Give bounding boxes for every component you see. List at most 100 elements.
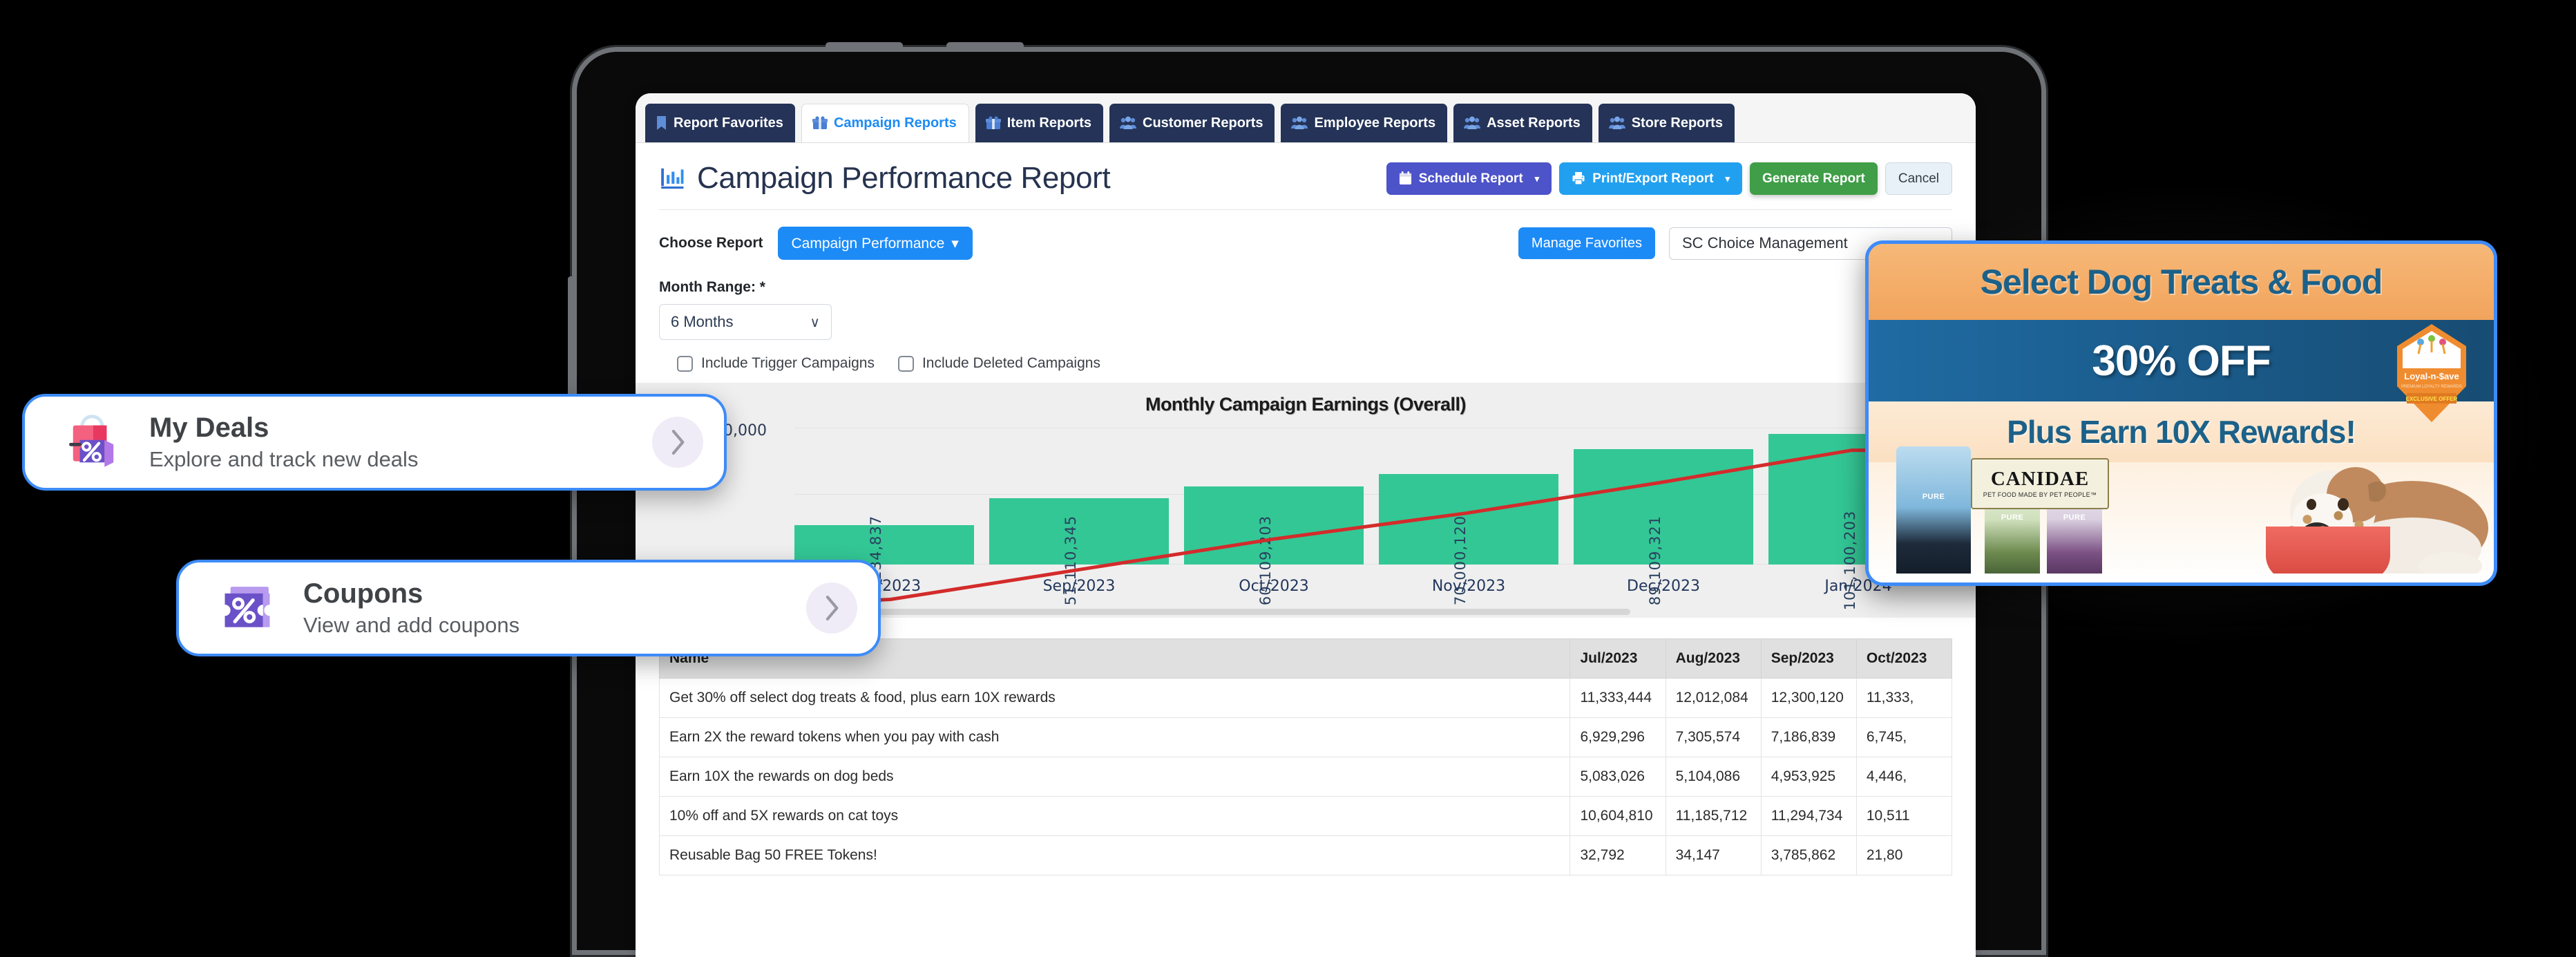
gift-icon (985, 115, 1001, 129)
product-label: PURE (2001, 513, 2024, 522)
month-range-select[interactable]: 6 Months ∨ (659, 304, 832, 340)
checkbox-label: Include Deleted Campaigns (922, 355, 1100, 371)
schedule-report-button[interactable]: Schedule Report ▾ (1386, 162, 1552, 195)
coupons-card[interactable]: Coupons View and add coupons (176, 560, 881, 656)
tab-report-favorites[interactable]: Report Favorites (645, 104, 795, 142)
chevron-down-icon: ∨ (810, 314, 820, 330)
include-deleted-campaigns-checkbox[interactable]: Include Deleted Campaigns (897, 355, 1100, 372)
month-range-label: Month Range: * (659, 279, 765, 295)
choose-report-group: Choose Report Campaign Performance ▾ (659, 227, 973, 260)
choose-report-label: Choose Report (659, 235, 763, 251)
tab-employee-reports[interactable]: Employee Reports (1281, 104, 1448, 142)
tab-label: Item Reports (1006, 115, 1091, 131)
chart-x-label: Sep/2023 (1042, 578, 1116, 595)
campaign-value-cell: 32,792 (1570, 835, 1666, 875)
print-export-report-button[interactable]: Print/Export Report ▾ (1559, 162, 1742, 195)
campaign-value-cell: 7,186,839 (1760, 717, 1857, 757)
month-range-group: Month Range: * 6 Months ∨ (636, 275, 1976, 340)
report-tab-bar: Report Favorites Campaign Reports Item R… (636, 93, 1976, 143)
column-header-jul-2023[interactable]: Jul/2023 (1570, 638, 1666, 679)
table-row[interactable]: Get 30% off select dog treats & food, pl… (658, 678, 1953, 718)
table-row[interactable]: 10% off and 5X rewards on cat toys 10,604… (658, 796, 1953, 836)
campaign-value-cell: 5,104,086 (1665, 757, 1762, 797)
campaign-value-cell: 10,511 (1855, 796, 1953, 836)
calendar-icon (1399, 171, 1411, 185)
campaign-value-cell: 4,953,925 (1760, 757, 1857, 797)
campaign-value-cell: 34,147 (1665, 835, 1762, 875)
red-dog-bowl (2266, 527, 2390, 580)
tab-label: Campaign Reports (833, 115, 957, 131)
checkbox-box[interactable] (897, 355, 914, 372)
my-deals-subtitle: Explore and track new deals (149, 447, 419, 471)
table-row[interactable]: Earn 10X the rewards on dog beds 5,083,02… (658, 757, 1953, 797)
bar-chart-icon (661, 168, 684, 189)
chart-bar-column[interactable]: 89,109,321 (1574, 422, 1753, 605)
campaign-value-cell: 10,604,810 (1570, 796, 1666, 836)
choose-report-dropdown[interactable]: Campaign Performance ▾ (777, 227, 973, 260)
svg-text:Loyal-n-$ave: Loyal-n-$ave (2404, 371, 2459, 381)
include-trigger-campaigns-checkbox[interactable]: Include Trigger Campaigns (677, 355, 875, 372)
campaign-value-cell: 11,185,712 (1665, 796, 1762, 836)
page-header-row: Campaign Performance Report Schedule Rep… (636, 143, 1976, 209)
coupons-subtitle: View and add coupons (303, 613, 520, 637)
chart-bar-column[interactable]: 60,109,203 (1184, 422, 1364, 605)
my-deals-title: My Deals (149, 413, 269, 443)
chart-plot-area: 50,000,000 30,234,83751,110,34560,109,20… (663, 422, 1948, 610)
checkbox-label: Include Trigger Campaigns (701, 355, 875, 371)
svg-text:PREMIUM LOYALTY REWARDS: PREMIUM LOYALTY REWARDS (2401, 385, 2462, 389)
my-deals-chevron-right-icon[interactable] (652, 417, 703, 468)
table-row[interactable]: Reusable Bag 50 FREE Tokens! 32,792 34,147… (658, 835, 1953, 875)
chevron-down-icon[interactable]: ▾ (1535, 174, 1540, 183)
chevron-down-icon[interactable]: ▾ (1725, 174, 1730, 183)
promo-bottom-strip (1869, 574, 2494, 582)
my-deals-card[interactable]: My Deals Explore and track new deals (22, 394, 727, 491)
chart-title: Monthly Campaign Earnings (Overall) (1145, 394, 1467, 415)
people-icon (1608, 116, 1625, 129)
coupons-chevron-right-icon[interactable] (806, 582, 857, 634)
promotional-offer-card[interactable]: Select Dog Treats & Food 30% OFF Plus Ea… (1865, 240, 2497, 586)
people-icon (1464, 116, 1481, 129)
campaign-value-cell: 12,300,120 (1760, 678, 1857, 718)
coupons-title: Coupons (303, 578, 423, 609)
campaign-value-cell: 4,446, (1855, 757, 1953, 797)
tab-item-reports[interactable]: Item Reports (975, 104, 1103, 142)
device-volume-button-down (946, 42, 1024, 52)
campaign-value-cell: 6,929,296 (1570, 717, 1666, 757)
tab-asset-reports[interactable]: Asset Reports (1453, 104, 1592, 142)
loyal-n-save-badge: Loyal-n-$ave PREMIUM LOYALTY REWARDS EXC… (2393, 321, 2470, 425)
tab-store-reports[interactable]: Store Reports (1598, 104, 1735, 142)
report-content: Campaign Performance Report Schedule Rep… (636, 143, 1976, 875)
chart-bar[interactable] (1574, 449, 1753, 565)
choose-report-row: Choose Report Campaign Performance ▾ Man… (636, 210, 1976, 275)
campaign-name-cell: Get 30% off select dog treats & food, pl… (658, 678, 1571, 718)
chart-bar[interactable] (794, 525, 974, 565)
campaign-value-cell: 21,80 (1855, 835, 1953, 875)
campaign-performance-table: Name Jul/2023 Aug/2023 Sep/2023 Oct/2023… (658, 638, 1953, 875)
manage-favorites-button[interactable]: Manage Favorites (1518, 227, 1655, 259)
svg-text:EXCLUSIVE OFFER: EXCLUSIVE OFFER (2406, 396, 2458, 402)
chart-bar[interactable] (1379, 473, 1558, 565)
coupons-text: Coupons View and add coupons (285, 578, 806, 638)
campaign-value-cell: 5,083,026 (1570, 757, 1666, 797)
tab-customer-reports[interactable]: Customer Reports (1109, 104, 1275, 142)
chart-bar-column[interactable]: 70,000,120 (1379, 422, 1558, 605)
app-screen: Report Favorites Campaign Reports Item R… (636, 93, 1976, 957)
tab-campaign-reports[interactable]: Campaign Reports (801, 104, 969, 142)
campaign-filter-checkboxes: Include Trigger Campaigns Include Delete… (636, 340, 1976, 383)
chart-bar[interactable] (1184, 486, 1364, 565)
device-power-button (568, 276, 573, 408)
checkbox-box[interactable] (677, 355, 693, 372)
chart-horizontal-scrollbar[interactable] (767, 609, 1630, 615)
column-header-aug-2023[interactable]: Aug/2023 (1665, 638, 1762, 679)
chart-bars: 30,234,837 51,110,345 60,109,203 70,000,120… (794, 422, 1948, 610)
gift-icon (812, 115, 828, 129)
shopping-bag-discount-icon (55, 406, 131, 478)
product-label: PURE (2063, 513, 2086, 522)
chart-x-label: Nov/2023 (1431, 578, 1506, 595)
chart-bar[interactable] (989, 498, 1169, 565)
campaign-name-cell: Earn 2X the reward tokens when you pay w… (658, 717, 1571, 757)
tab-label: Employee Reports (1314, 115, 1436, 131)
chart-bar-column[interactable]: 51,110,345 (989, 422, 1169, 605)
chart-bar-column[interactable]: 30,234,837 (794, 422, 974, 605)
table-row[interactable]: Earn 2X the reward tokens when you pay w… (658, 717, 1953, 757)
